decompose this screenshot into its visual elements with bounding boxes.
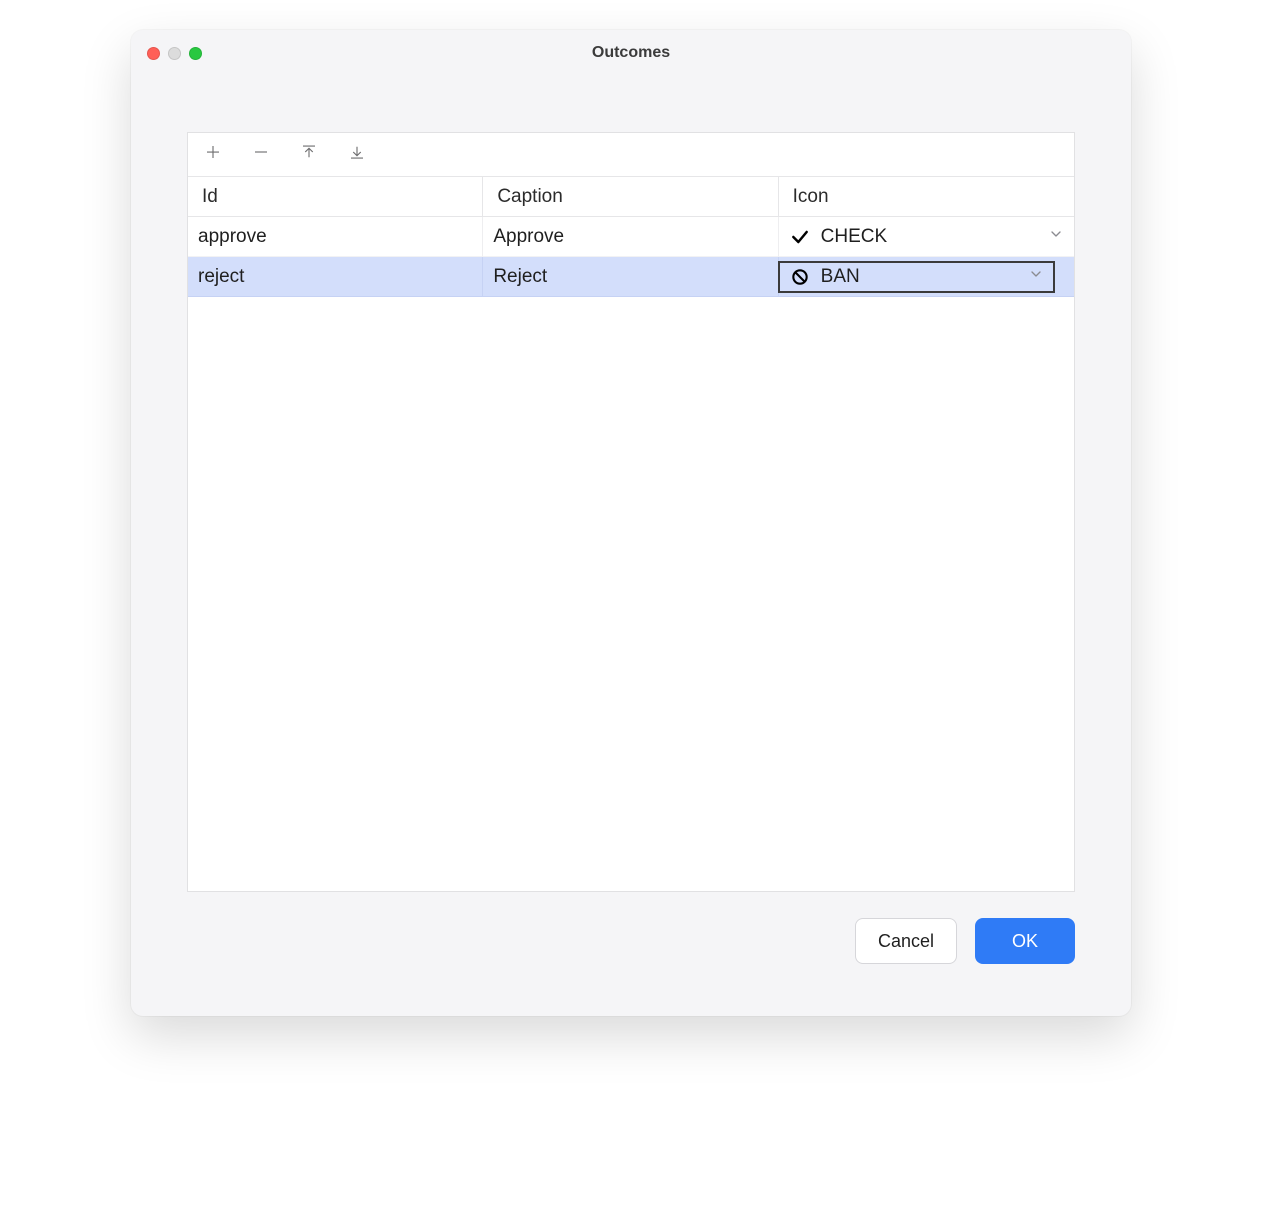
dialog-footer: Cancel OK [187, 892, 1075, 990]
outcomes-panel: Id Caption Icon approveApprove CHECK rejec… [187, 132, 1075, 892]
arrow-down-icon [348, 143, 366, 166]
column-header-id[interactable]: Id [188, 177, 483, 216]
cell-id[interactable]: reject [188, 257, 483, 297]
traffic-lights [147, 47, 202, 60]
ban-icon [789, 266, 811, 288]
dialog-content: Id Caption Icon approveApprove CHECK rejec… [131, 76, 1131, 1016]
window-maximize-button[interactable] [189, 47, 202, 60]
cell-icon-dropdown[interactable]: CHECK [779, 217, 1074, 257]
dialog-window: Outcomes [131, 30, 1131, 1016]
table-row[interactable]: rejectReject BAN [188, 257, 1074, 297]
window-title: Outcomes [131, 44, 1131, 62]
icon-value-label: BAN [821, 266, 860, 288]
column-header-icon[interactable]: Icon [779, 177, 1074, 216]
table-toolbar [188, 133, 1074, 177]
check-icon [789, 226, 811, 248]
chevron-down-icon [1028, 266, 1044, 288]
cell-caption[interactable]: Reject [483, 257, 778, 297]
plus-icon [204, 143, 222, 166]
icon-value-label: CHECK [821, 226, 888, 248]
move-down-button[interactable] [346, 144, 368, 166]
window-minimize-button[interactable] [168, 47, 181, 60]
add-button[interactable] [202, 144, 224, 166]
cell-icon-dropdown[interactable]: BAN [779, 257, 1074, 297]
remove-button[interactable] [250, 144, 272, 166]
titlebar: Outcomes [131, 30, 1131, 76]
minus-icon [252, 143, 270, 166]
table-header: Id Caption Icon [188, 177, 1074, 217]
move-up-button[interactable] [298, 144, 320, 166]
column-header-caption[interactable]: Caption [483, 177, 778, 216]
ok-button[interactable]: OK [975, 918, 1075, 964]
table-row[interactable]: approveApprove CHECK [188, 217, 1074, 257]
cell-caption[interactable]: Approve [483, 217, 778, 257]
chevron-down-icon [1048, 226, 1064, 248]
arrow-up-icon [300, 143, 318, 166]
table-body: approveApprove CHECK rejectReject BAN [188, 217, 1074, 891]
cancel-button[interactable]: Cancel [855, 918, 957, 964]
cell-id[interactable]: approve [188, 217, 483, 257]
window-close-button[interactable] [147, 47, 160, 60]
